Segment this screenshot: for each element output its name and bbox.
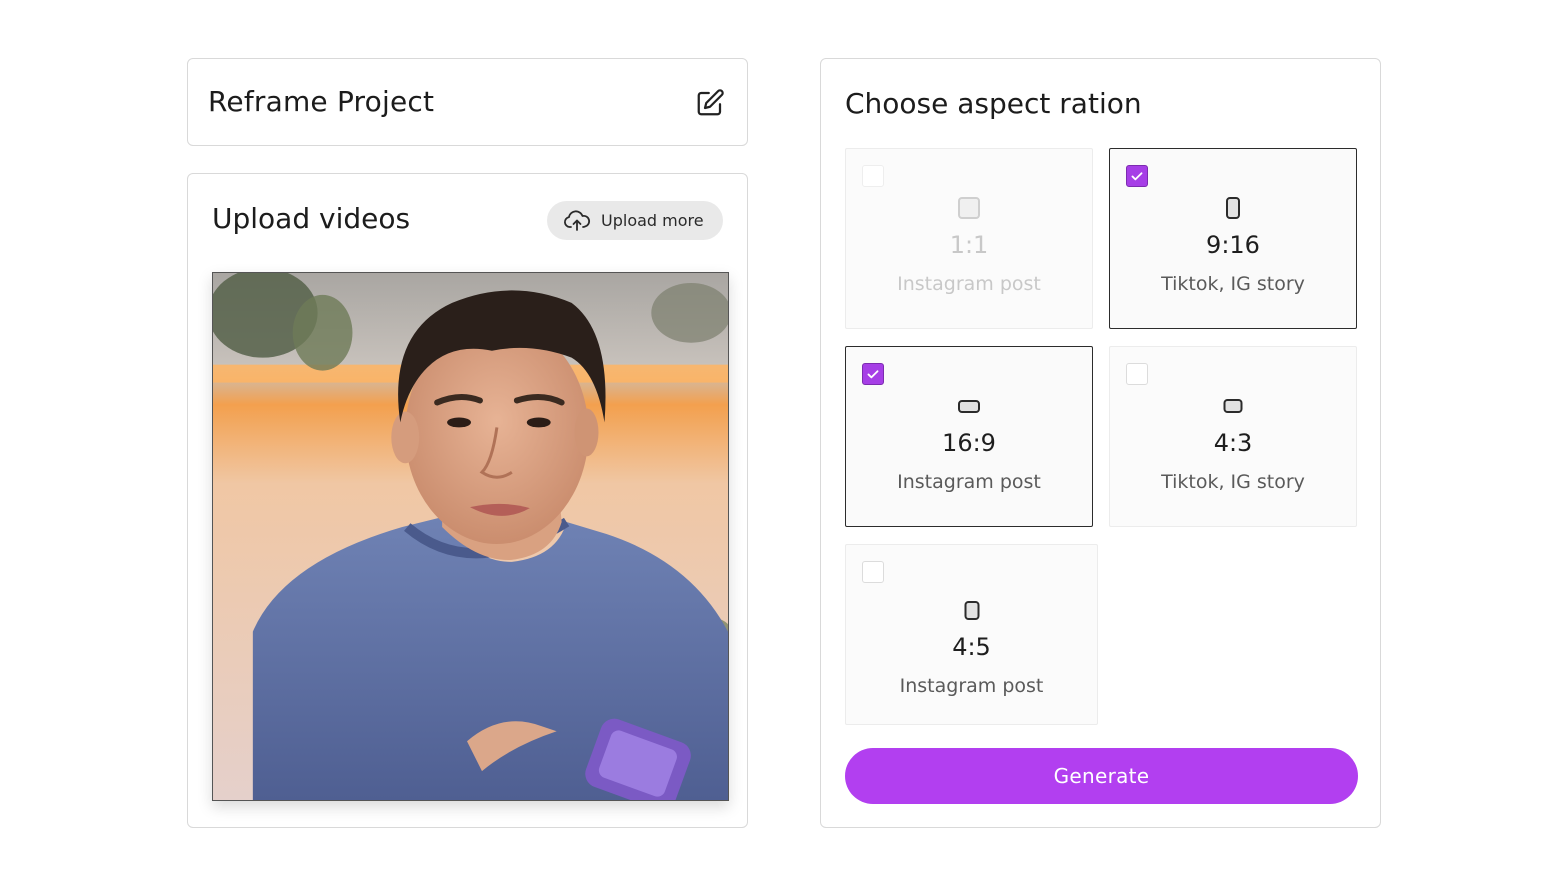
upload-title: Upload videos: [212, 202, 411, 235]
checkmark-icon: [1131, 172, 1143, 181]
square-ratio-icon: [958, 197, 980, 219]
upload-videos-card: Upload videos Upload more: [187, 173, 748, 828]
generate-button[interactable]: Generate: [845, 748, 1358, 804]
ratio-description: Instagram post: [899, 675, 1044, 697]
landscape-ratio-icon: [1223, 399, 1243, 413]
aspect-ratio-title: Choose aspect ration: [845, 87, 1142, 120]
checkbox[interactable]: [862, 165, 884, 187]
ratio-label: 1:1: [949, 231, 989, 259]
aspect-option-4-5[interactable]: 4:5 Instagram post: [845, 544, 1098, 725]
ratio-description: Instagram post: [897, 471, 1041, 493]
cloud-upload-icon: [564, 209, 591, 231]
ratio-description: Tiktok, IG story: [1161, 273, 1305, 295]
ratio-label: 4:5: [952, 633, 991, 661]
checkbox-checked[interactable]: [1126, 165, 1148, 187]
aspect-option-4-3[interactable]: 4:3 Tiktok, IG story: [1109, 346, 1357, 527]
checkbox[interactable]: [1126, 363, 1148, 385]
aspect-ratio-card: Choose aspect ration 1:1 Instagram post …: [820, 58, 1381, 828]
upload-more-label: Upload more: [601, 211, 704, 230]
project-title: Reframe Project: [208, 85, 435, 118]
video-thumbnail[interactable]: [212, 272, 729, 801]
portrait-ratio-icon: [964, 601, 979, 620]
landscape-ratio-icon: [958, 400, 980, 413]
ratio-description: Tiktok, IG story: [1161, 471, 1305, 493]
ratio-label: 16:9: [942, 429, 996, 457]
portrait-ratio-icon: [1226, 197, 1240, 219]
aspect-option-16-9[interactable]: 16:9 Instagram post: [845, 346, 1093, 527]
ratio-label: 9:16: [1206, 231, 1260, 259]
upload-more-button[interactable]: Upload more: [547, 201, 723, 240]
project-title-card: Reframe Project: [187, 58, 748, 146]
checkbox-checked[interactable]: [862, 363, 884, 385]
ratio-label: 4:3: [1213, 429, 1253, 457]
ratio-description: Instagram post: [897, 273, 1041, 295]
checkbox[interactable]: [862, 561, 884, 583]
aspect-option-1-1[interactable]: 1:1 Instagram post: [845, 148, 1093, 329]
aspect-option-9-16[interactable]: 9:16 Tiktok, IG story: [1109, 148, 1357, 329]
checkmark-icon: [867, 370, 879, 379]
edit-icon[interactable]: [695, 88, 725, 118]
